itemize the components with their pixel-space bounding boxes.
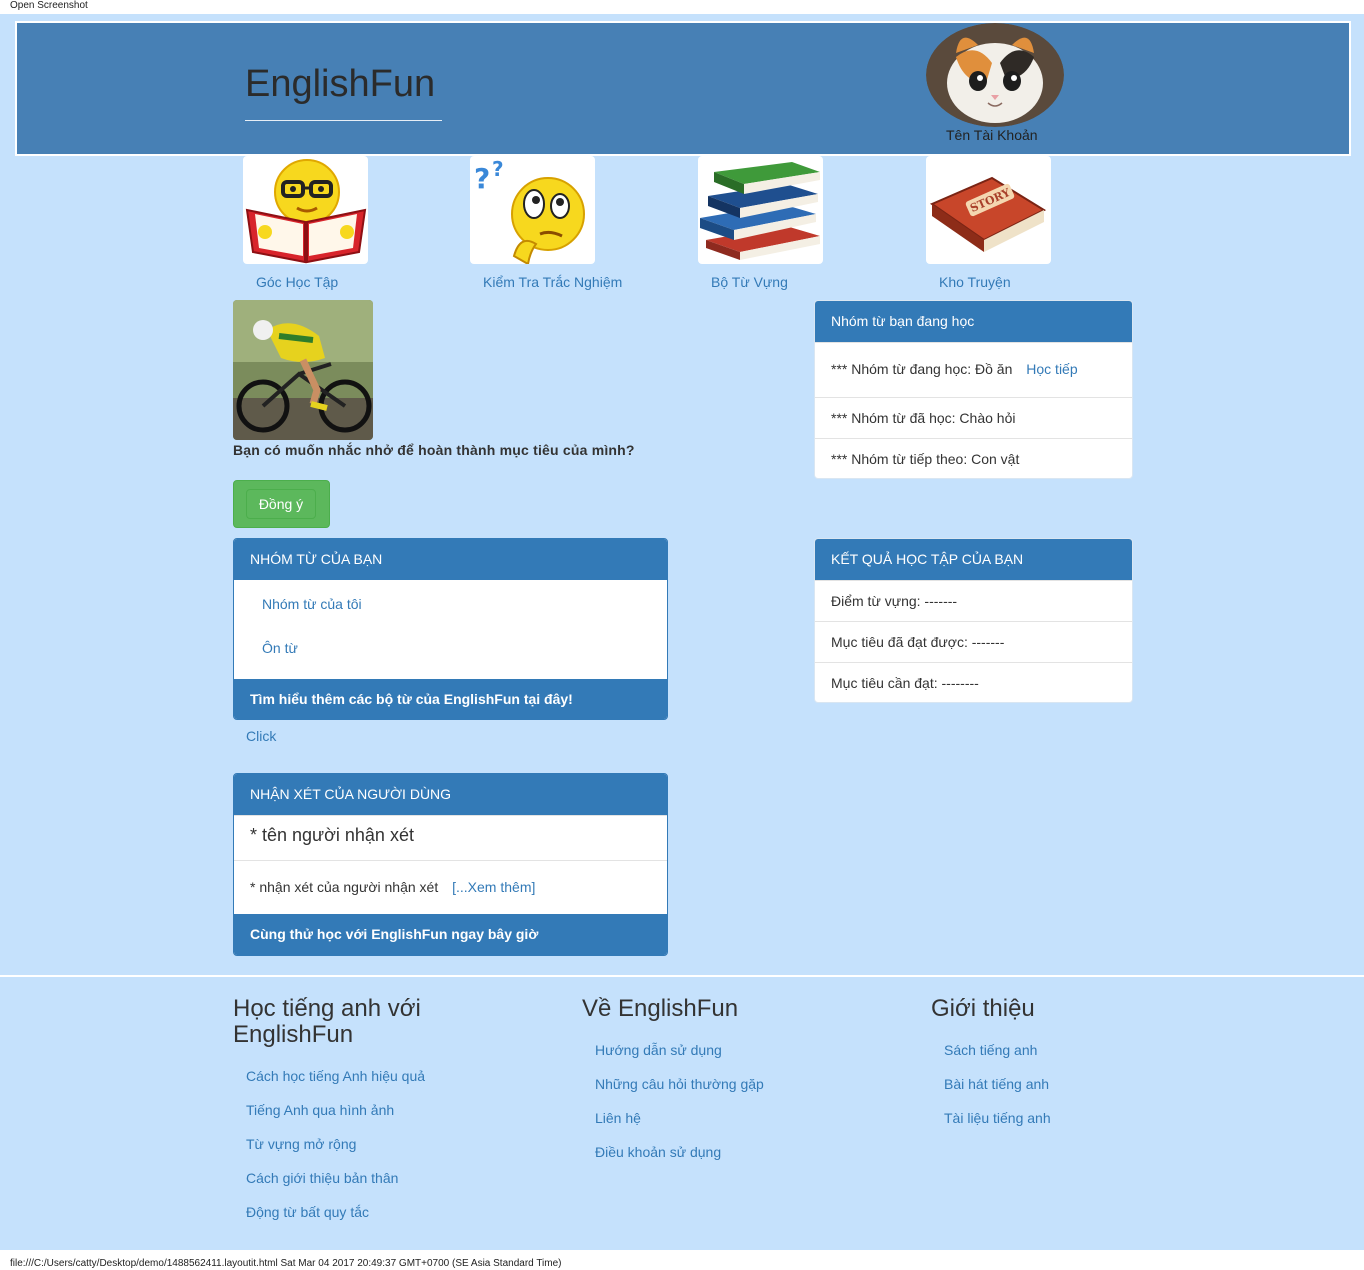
agree-button-frame[interactable]: Đồng ý (233, 480, 330, 528)
review-comment-row: * nhận xét của người nhận xét [...Xem th… (234, 860, 667, 914)
nav-label-story[interactable]: Kho Truyện (939, 274, 1011, 290)
footer-link[interactable]: Cách học tiếng Anh hiệu quả (246, 1066, 533, 1100)
window-title: Open Screenshot (10, 0, 88, 11)
storybook-icon[interactable]: STORY (926, 156, 1051, 264)
results-title: KẾT QUẢ HỌC TẬP CỦA BẠN (815, 539, 1132, 580)
footer-link[interactable]: Hướng dẫn sử dụng (595, 1040, 882, 1074)
results-row-achieved: Mục tiêu đã đạt được: ------- (815, 621, 1132, 662)
footer-link[interactable]: Động từ bất quy tắc (246, 1202, 533, 1236)
footer-col-intro: Giới thiệu Sách tiếng anh Bài hát tiếng … (931, 996, 1231, 1142)
agree-button[interactable]: Đồng ý (246, 489, 316, 519)
footer-link[interactable]: Sách tiếng anh (944, 1040, 1231, 1074)
nav-study-corner[interactable]: Góc Học Tập (243, 156, 368, 290)
results-row-score: Điểm từ vựng: ------- (815, 580, 1132, 621)
footer-heading-intro: Giới thiệu (931, 995, 1035, 1022)
svg-text:?: ? (492, 157, 504, 181)
studying-panel: Nhóm từ bạn đang học *** Nhóm từ đang họ… (814, 300, 1133, 479)
studying-next-row: *** Nhóm từ tiếp theo: Con vật (815, 438, 1132, 478)
footer-link[interactable]: Bài hát tiếng anh (944, 1074, 1231, 1108)
status-bar: file:///C:/Users/catty/Desktop/demo/1488… (10, 1258, 562, 1269)
my-groups-title: NHÓM TỪ CỦA BẠN (234, 539, 667, 580)
results-row-target: Mục tiêu cần đạt: -------- (815, 662, 1132, 702)
nav-label-study-corner[interactable]: Góc Học Tập (256, 274, 338, 290)
nav-vocabulary[interactable]: Bộ Từ Vựng (698, 156, 823, 290)
footer-link[interactable]: Tiếng Anh qua hình ảnh (246, 1100, 533, 1134)
motivation-photo (233, 300, 373, 440)
my-groups-footer: Tìm hiểu thêm các bộ từ của EnglishFun t… (234, 679, 667, 719)
footer-link[interactable]: Điều khoản sử dụng (595, 1142, 882, 1176)
reviews-footer[interactable]: Cùng thử học với EnglishFun ngay bây giờ (234, 914, 667, 955)
my-groups-panel: NHÓM TỪ CỦA BẠN Nhóm từ của tôi Ôn từ Tì… (233, 538, 668, 720)
site-header: EnglishFun Tên Tài Khoản (15, 21, 1351, 156)
reviews-panel: NHẬN XÉT CỦA NGƯỜI DÙNG * tên người nhận… (233, 773, 668, 956)
user-avatar[interactable] (926, 23, 1064, 127)
my-groups-list: Nhóm từ của tôi Ôn từ (234, 580, 667, 679)
brand-logo-text[interactable]: EnglishFun (245, 63, 435, 106)
reviewer-name: * tên người nhận xét (234, 815, 667, 860)
footer-heading-learn: Học tiếng anh với EnglishFun (233, 995, 421, 1048)
account-name[interactable]: Tên Tài Khoản (946, 127, 1038, 143)
review-words-item[interactable]: Ôn từ (262, 640, 667, 656)
reviews-title: NHẬN XÉT CỦA NGƯỜI DÙNG (234, 774, 667, 815)
nav-label-vocabulary[interactable]: Bộ Từ Vựng (711, 274, 788, 290)
nav-quiz[interactable]: ? ? Kiểm Tra Trắc Nghiệm (470, 156, 622, 290)
brand-underline (245, 120, 442, 121)
footer-link[interactable]: Liên hệ (595, 1108, 882, 1142)
studying-learned-row: *** Nhóm từ đã học: Chào hỏi (815, 397, 1132, 438)
footer-col-learn: Học tiếng anh với EnglishFun Cách học ti… (233, 996, 533, 1236)
svg-text:?: ? (474, 162, 490, 195)
thinking-smiley-icon[interactable]: ? ? (470, 156, 595, 264)
reminder-question: Bạn có muốn nhắc nhở để hoàn thành mục t… (233, 442, 635, 458)
my-groups-item[interactable]: Nhóm từ của tôi (262, 596, 667, 640)
review-comment: * nhận xét của người nhận xét (250, 879, 439, 895)
footer-heading-about: Về EnglishFun (582, 995, 739, 1022)
studying-current-row: *** Nhóm từ đang học: Đồ ăn Học tiếp (815, 342, 1132, 397)
footer-link[interactable]: Tài liệu tiếng anh (944, 1108, 1231, 1142)
nav-label-quiz[interactable]: Kiểm Tra Trắc Nghiệm (483, 274, 622, 290)
footer-col-about: Về EnglishFun Hướng dẫn sử dụng Những câ… (582, 996, 882, 1176)
page-body: EnglishFun Tên Tài Khoản Góc Học Tập ? ?… (0, 14, 1364, 1250)
footer-link[interactable]: Cách giới thiệu bản thân (246, 1168, 533, 1202)
results-panel: KẾT QUẢ HỌC TẬP CỦA BẠN Điểm từ vựng: --… (814, 538, 1133, 703)
nav-story[interactable]: STORY Kho Truyện (926, 156, 1051, 290)
book-stack-icon[interactable] (698, 156, 823, 264)
continue-learning-link[interactable]: Học tiếp (1026, 361, 1077, 377)
footer-divider (0, 975, 1364, 977)
footer-link[interactable]: Những câu hỏi thường gặp (595, 1074, 882, 1108)
footer-link[interactable]: Từ vựng mở rộng (246, 1134, 533, 1168)
reading-smiley-icon[interactable] (243, 156, 368, 264)
click-link[interactable]: Click (246, 728, 276, 744)
studying-panel-title: Nhóm từ bạn đang học (815, 301, 1132, 342)
studying-current-text: *** Nhóm từ đang học: Đồ ăn (831, 361, 1013, 377)
see-more-link[interactable]: [...Xem thêm] (452, 879, 535, 895)
